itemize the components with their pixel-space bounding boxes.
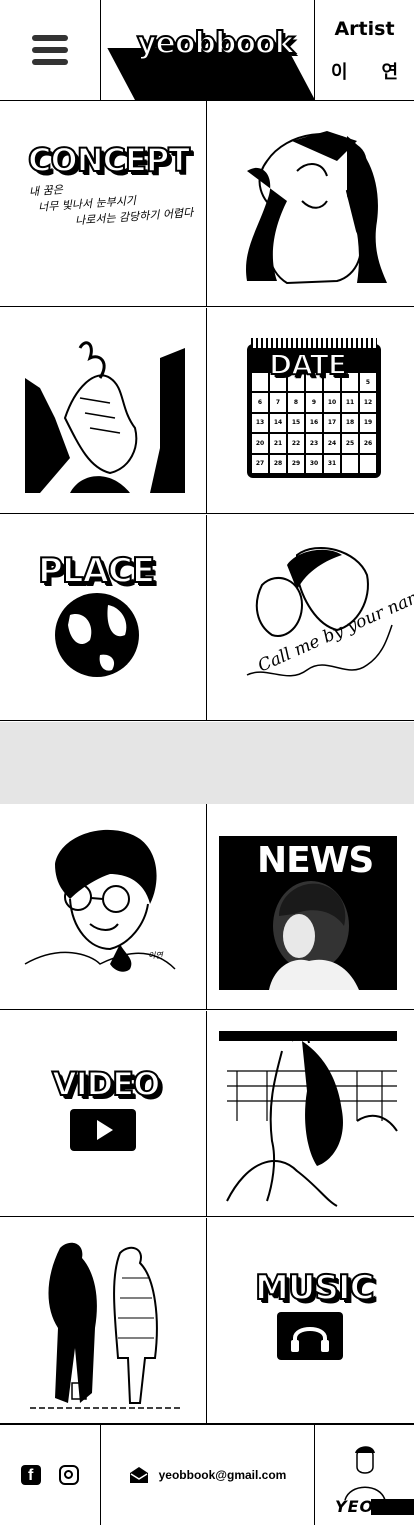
calendar-day-cell: 23 bbox=[305, 433, 323, 454]
music-title: MUSIC bbox=[254, 1267, 376, 1309]
news-tile[interactable]: NEWS bbox=[207, 804, 414, 1010]
globe-icon bbox=[55, 593, 139, 677]
site-footer: f yeobbook@gmail.com YEO bbox=[0, 1424, 414, 1525]
concept-title: CONCEPT bbox=[27, 140, 191, 180]
artwork-woman-tile[interactable] bbox=[207, 101, 414, 307]
calendar-day-cell: 28 bbox=[269, 453, 287, 474]
hands-drawing-icon bbox=[25, 341, 185, 493]
menu-button[interactable] bbox=[0, 0, 101, 100]
calendar-day-cell: 24 bbox=[323, 433, 341, 454]
music-tile[interactable]: MUSIC bbox=[207, 1218, 414, 1424]
artist-name: 이 연 bbox=[331, 58, 398, 84]
calendar-day-cell: 30 bbox=[305, 453, 323, 474]
calendar-day-cell: 26 bbox=[359, 433, 377, 454]
facebook-icon[interactable]: f bbox=[21, 1465, 41, 1485]
calendar-day-cell: 12 bbox=[359, 392, 377, 413]
video-title: VIDEO bbox=[51, 1064, 161, 1104]
date-tile[interactable]: 5 6 7 8 9 10 11 12 13 14 15 16 17 18 19 20 21 22 23 24 25 26 2… bbox=[207, 308, 414, 514]
calendar-day-cell: 29 bbox=[287, 453, 305, 474]
artwork-street-tile[interactable] bbox=[0, 1218, 207, 1424]
headphones-glyph bbox=[291, 1327, 329, 1352]
calendar-day-cell: 31 bbox=[323, 453, 341, 474]
calendar-grid: 5 6 7 8 9 10 11 12 13 14 15 16 17 18 19 20 21 22 23 24 25 26 2… bbox=[251, 372, 377, 474]
portrait-drawing-icon bbox=[24, 829, 176, 972]
calendar-day-cell: 27 bbox=[251, 453, 269, 474]
calendar-body: 5 6 7 8 9 10 11 12 13 14 15 16 17 18 19 20 21 22 23 24 25 26 2… bbox=[251, 372, 377, 474]
calendar-day-cell: 7 bbox=[269, 392, 287, 413]
calendar-day-cell: 18 bbox=[341, 412, 359, 434]
calendar-day-cell: 13 bbox=[251, 412, 269, 434]
play-triangle bbox=[97, 1120, 113, 1140]
calendar-day-cell: 9 bbox=[305, 392, 323, 413]
calendar-day-cell bbox=[359, 453, 377, 474]
news-title: NEWS bbox=[257, 840, 374, 881]
calendar-day-cell: 22 bbox=[287, 433, 305, 454]
calendar-day-cell: 16 bbox=[305, 412, 323, 434]
street-drawing-icon bbox=[30, 1242, 180, 1409]
calendar-day-cell bbox=[341, 453, 359, 474]
calendar-day-cell: 25 bbox=[341, 433, 359, 454]
concept-tile[interactable]: CONCEPT 내 꿈은 너무 빛나서 눈부시기 나로서는 감당하기 어렵다 bbox=[0, 101, 207, 307]
date-title: DATE bbox=[268, 347, 348, 382]
calendar-day-cell bbox=[251, 372, 269, 393]
woman-drawing-icon bbox=[246, 131, 387, 285]
calendar-day-cell: 14 bbox=[269, 412, 287, 434]
place-tile[interactable]: PLACE bbox=[0, 515, 207, 721]
portrait-signature: 이연 bbox=[148, 951, 163, 960]
artist-name-first: 이 bbox=[331, 62, 348, 83]
email-address[interactable]: yeobbook@gmail.com bbox=[159, 1468, 287, 1482]
section-divider bbox=[0, 722, 414, 804]
calendar-day-cell: 6 bbox=[251, 392, 269, 413]
calendar-day-cell: 20 bbox=[251, 433, 269, 454]
video-tile[interactable]: VIDEO bbox=[0, 1011, 207, 1217]
calendar-day-cell: 19 bbox=[359, 412, 377, 434]
calendar-day-cell: 8 bbox=[287, 392, 305, 413]
calendar-day-cell: 15 bbox=[287, 412, 305, 434]
artwork-portrait-tile[interactable]: 이연 bbox=[0, 804, 207, 1010]
calendar-day-cell: 11 bbox=[341, 392, 359, 413]
artist-label: Artist bbox=[334, 18, 395, 40]
calendar-day-cell: 17 bbox=[323, 412, 341, 434]
concept-handwriting: 내 꿈은 너무 빛나서 눈부시기 나로서는 감당하기 어렵다 bbox=[23, 173, 194, 233]
site-header: yeobbook Artist 이 연 bbox=[0, 0, 414, 101]
news-photo: NEWS bbox=[219, 836, 397, 990]
avatar-logo: YEO bbox=[335, 1497, 375, 1516]
email-contact[interactable]: yeobbook@gmail.com bbox=[101, 1425, 314, 1525]
calendar-day-cell: 10 bbox=[323, 392, 341, 413]
logo[interactable]: yeobbook bbox=[101, 0, 314, 100]
calendar-rings bbox=[251, 338, 377, 348]
calendar-day-cell: 21 bbox=[269, 433, 287, 454]
mail-icon bbox=[129, 1467, 148, 1483]
artwork-couple-tile[interactable]: Call me by your name bbox=[207, 515, 414, 721]
social-links: f bbox=[0, 1425, 101, 1525]
artist-info[interactable]: Artist 이 연 bbox=[314, 0, 414, 100]
artist-name-second: 연 bbox=[381, 62, 398, 83]
hamburger-icon bbox=[32, 35, 68, 65]
logo-text: yeobbook bbox=[136, 25, 296, 62]
headphones-icon bbox=[277, 1312, 343, 1360]
calendar-day-cell: 5 bbox=[359, 372, 377, 393]
avatar[interactable]: YEO bbox=[314, 1425, 414, 1525]
instagram-icon[interactable] bbox=[59, 1465, 79, 1485]
artwork-pool-tile[interactable] bbox=[207, 1011, 414, 1217]
play-icon bbox=[70, 1109, 136, 1151]
artwork-hands-tile[interactable] bbox=[0, 308, 207, 514]
pool-drawing-icon bbox=[219, 1031, 398, 1207]
